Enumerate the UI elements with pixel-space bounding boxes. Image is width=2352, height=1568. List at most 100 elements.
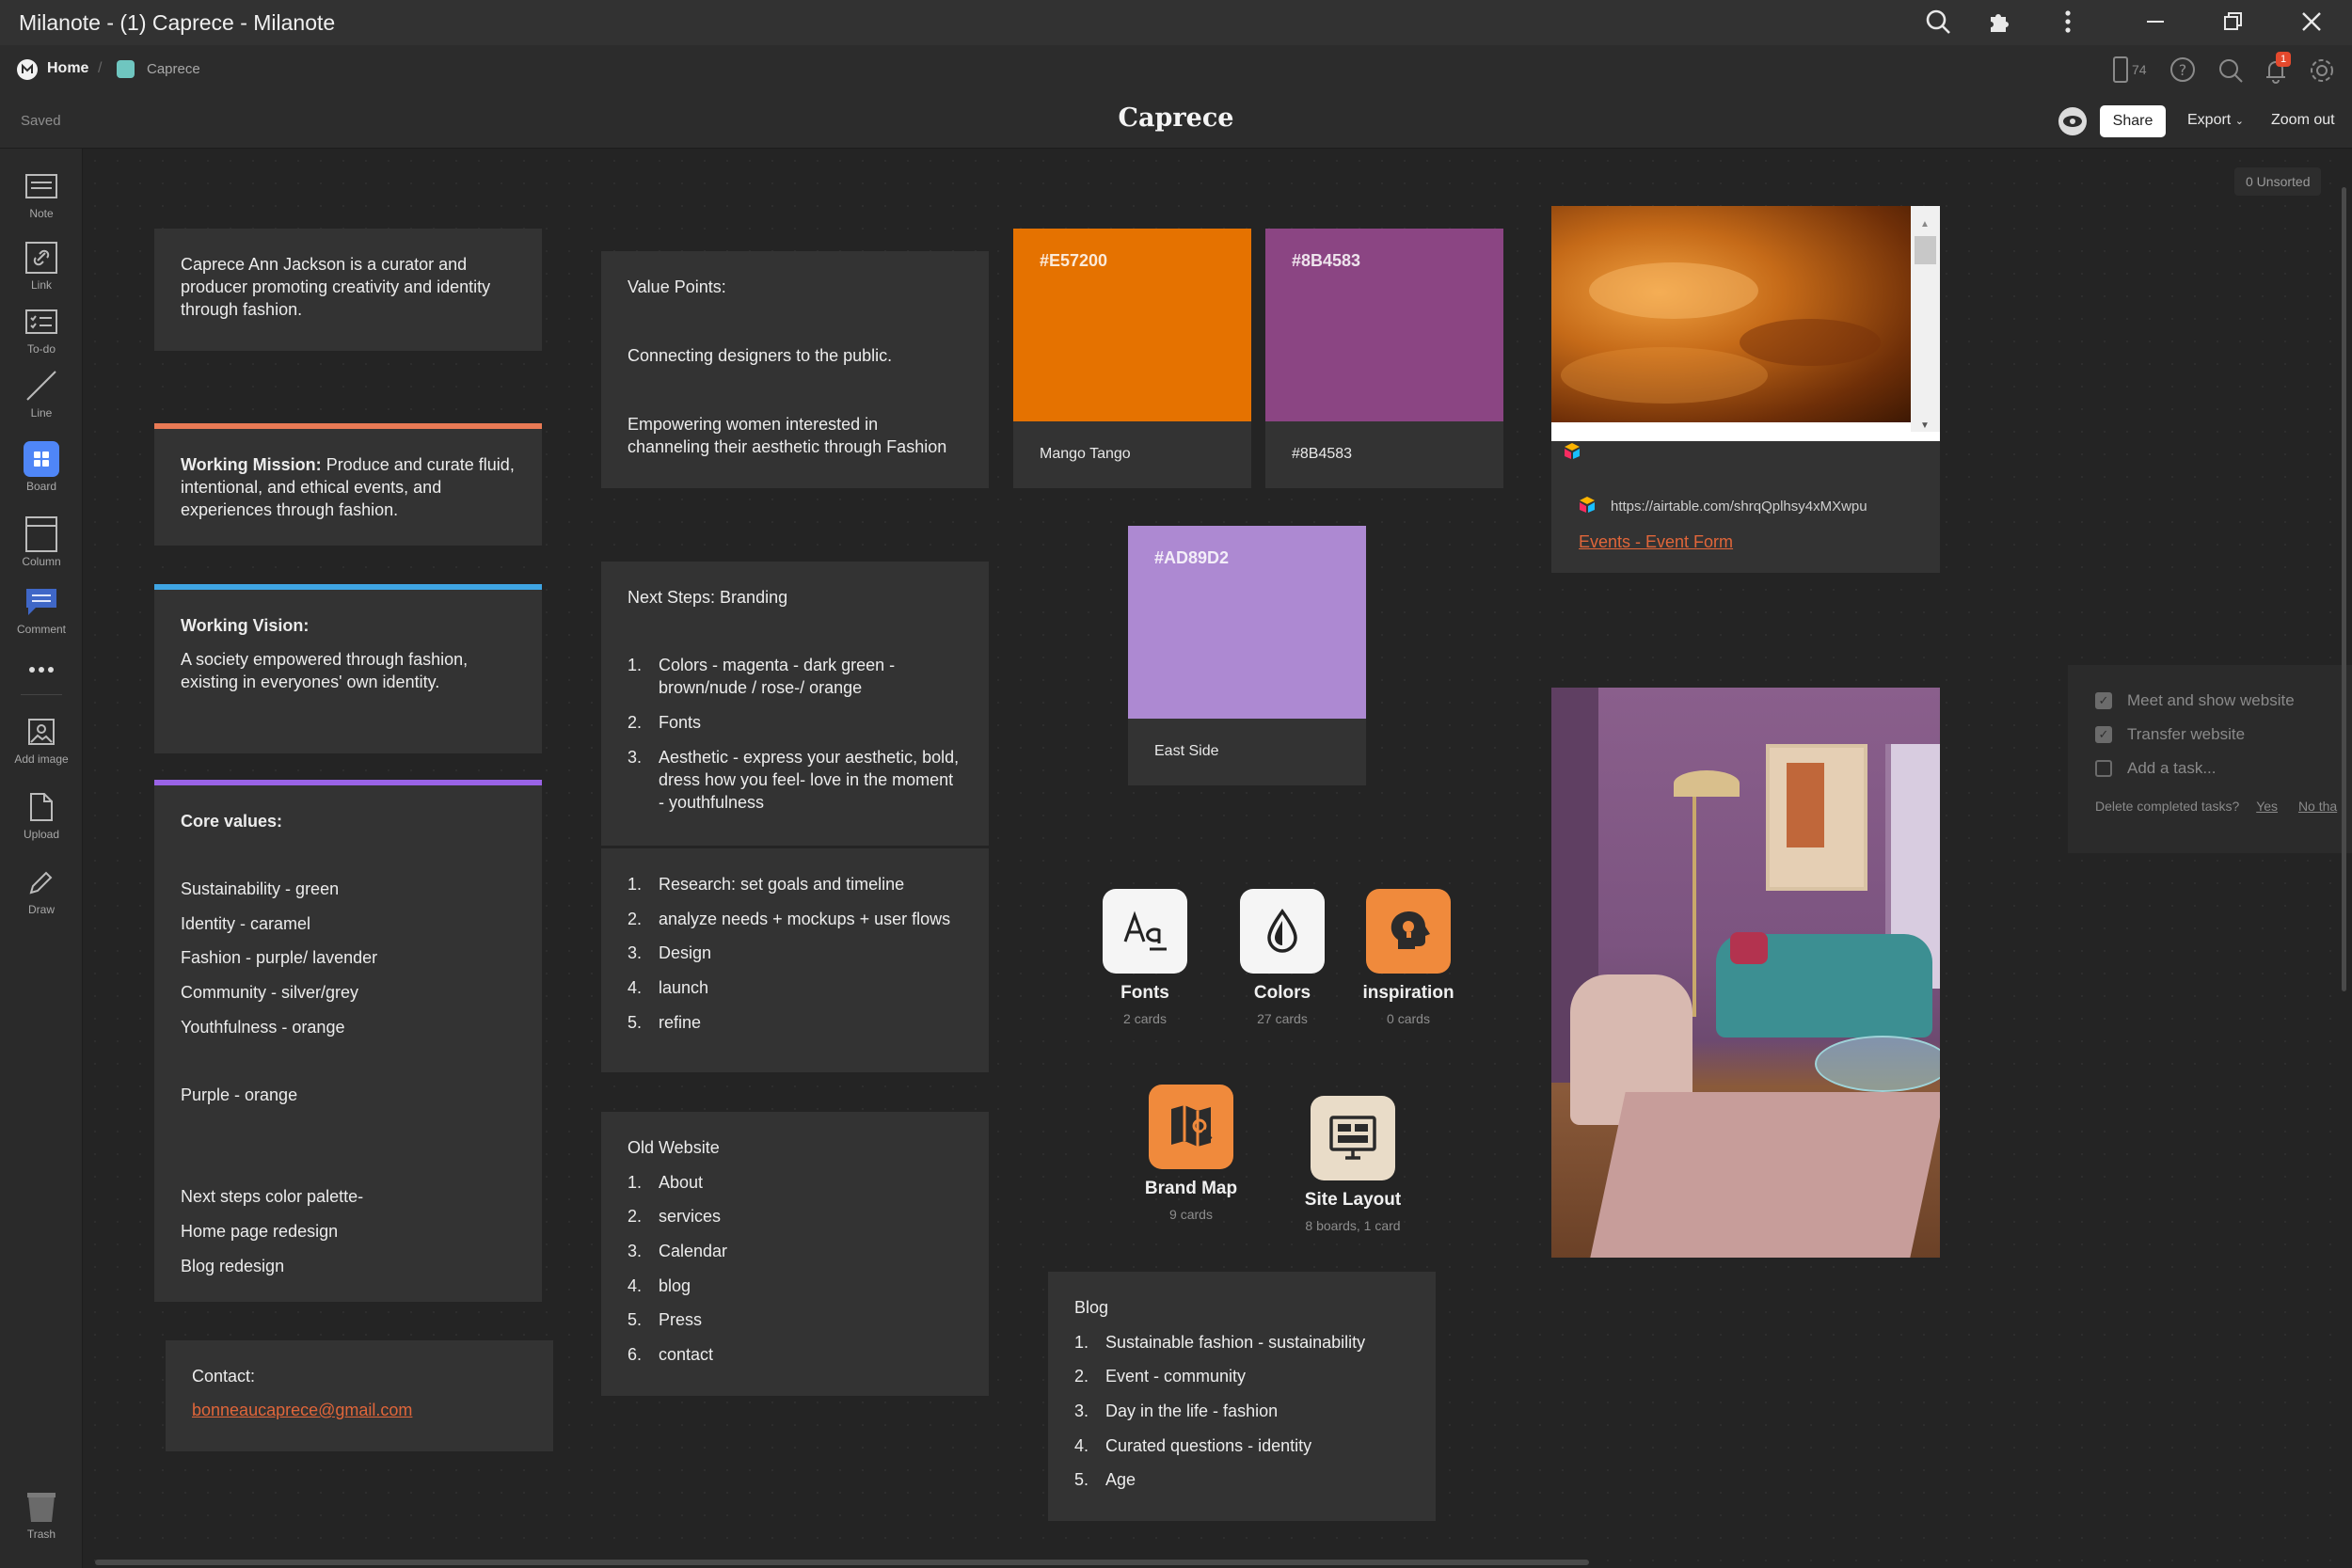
list-item: 2. Event - community [1074,1365,1409,1400]
list-item-text: refine [659,1012,702,1032]
scroll-up-icon[interactable]: ▲ [1920,214,1930,236]
next-steps-note[interactable]: Next Steps: Branding 1. Colors - magenta … [601,562,989,846]
add-task-row[interactable]: Add a task... [2095,752,2352,785]
list-item: 5. Press [628,1308,962,1343]
tool-label: Draw [27,903,55,916]
tool-upload[interactable]: Upload [0,788,83,841]
tool-column[interactable]: Column [0,515,83,568]
zoom-out-button[interactable]: Zoom out [2271,112,2335,129]
tool-board[interactable]: Board [0,440,83,493]
contact-note[interactable]: Contact: bonneaucaprece@gmail.com [166,1340,553,1451]
contact-email-link[interactable]: bonneaucaprece@gmail.com [192,1401,412,1419]
todo-item[interactable]: ✓ Meet and show website [2095,684,2352,718]
tool-sidebar: Note Link To-do Line Board Column Commen… [0,149,83,1568]
close-icon[interactable] [2296,8,2327,38]
core-values-note[interactable]: Core values: Sustainability - green Iden… [154,780,542,1302]
list-item: 6. contact [628,1343,962,1378]
more-dots-icon [23,651,60,689]
delete-no-link[interactable]: No tha [2298,799,2337,814]
unsorted-badge[interactable]: 0 Unsorted [2234,167,2322,196]
svg-text:?: ? [2179,61,2187,79]
column-icon [23,515,60,553]
breadcrumb-home[interactable]: Home [47,60,88,77]
color-swatch-plum[interactable]: #8B4583 #8B4583 [1265,229,1503,488]
comment-icon [23,583,60,621]
color-swatch-mango[interactable]: #E57200 Mango Tango [1013,229,1251,488]
restore-icon[interactable] [2217,8,2248,38]
tool-label: Upload [23,828,60,841]
tool-draw[interactable]: Draw [0,863,83,916]
embed-scrollbar[interactable]: ▲ ▼ [1911,206,1940,432]
checkbox-empty-icon[interactable] [2095,760,2112,777]
board-site-layout[interactable]: Site Layout 8 boards, 1 card [1268,1096,1438,1246]
sky-preview-image [1551,206,1911,422]
upload-file-icon [23,788,60,826]
list-item: 3. Day in the life - fashion [1074,1400,1409,1434]
list-item: 4. Curated questions - identity [1074,1434,1409,1469]
horizontal-scrollbar[interactable] [95,1560,1589,1565]
list-item-text: contact [659,1345,714,1365]
extensions-icon[interactable] [1985,8,2015,38]
checkbox-checked-icon[interactable]: ✓ [2095,726,2112,743]
checkbox-checked-icon[interactable]: ✓ [2095,692,2112,709]
old-website-note[interactable]: Old Website 1. About 2. services 3. Calenda… [601,1112,989,1396]
core-value: Sustainability - green [181,879,340,898]
export-button[interactable]: Export ⌄ [2187,112,2244,129]
tool-comment[interactable]: Comment [0,583,83,636]
link-title[interactable]: Events - Event Form [1579,531,1733,553]
board-search-icon[interactable] [2217,56,2245,85]
value-points-note[interactable]: Value Points: Connecting designers to th… [601,251,989,488]
search-icon[interactable] [1923,8,1953,38]
share-button[interactable]: Share [2100,105,2166,137]
intro-note[interactable]: Caprece Ann Jackson is a curator and pro… [154,229,542,351]
note-text: Purple - orange [181,1085,298,1105]
list-item: 2. analyze needs + mockups + user flows [628,908,962,942]
todo-item[interactable]: ✓ Transfer website [2095,718,2352,752]
tool-line[interactable]: Line [0,367,83,420]
note-label: Working Vision: [181,616,310,635]
tool-todo[interactable]: To-do [0,303,83,356]
color-swatch-east-side[interactable]: #AD89D2 East Side [1128,526,1366,785]
minimize-icon[interactable] [2140,8,2170,38]
tool-note[interactable]: Note [0,167,83,220]
window-title: Milanote - (1) Caprece - Milanote [19,10,336,35]
research-note[interactable]: 1. Research: set goals and timeline 2. ana… [601,848,989,1072]
note-title: Core values: [181,812,283,831]
vision-note[interactable]: Working Vision: A society empowered thro… [154,584,542,753]
link-url[interactable]: https://airtable.com/shrqQplhsy4xMXwpu [1611,496,1867,518]
vertical-scrollbar[interactable] [2342,187,2346,991]
preview-eye-icon[interactable] [2058,107,2087,135]
milanote-logo-icon[interactable] [17,59,38,80]
todo-card[interactable]: ✓ Meet and show website ✓ Transfer website… [2068,665,2352,853]
swatch-name: #8B4583 [1292,446,1353,462]
board-brand-map[interactable]: Brand Map 9 cards [1106,1085,1276,1235]
blog-note[interactable]: Blog 1. Sustainable fashion - sustainabil… [1048,1272,1436,1521]
list-item: 1. Research: set goals and timeline [628,873,962,908]
more-menu-icon[interactable] [2053,8,2083,38]
tool-add-image[interactable]: Add image [0,713,83,766]
delete-yes-link[interactable]: Yes [2256,799,2278,814]
airtable-logo-icon [1563,442,1581,459]
living-room-image[interactable] [1551,688,1940,1258]
airtable-link-card[interactable]: ▲ ▼ https://airtable.com/shrqQplhsy4xMXw… [1551,206,1940,573]
breadcrumb-board[interactable]: Caprece [147,61,200,77]
note-text: Caprece Ann Jackson is a curator and pro… [181,255,491,319]
page-title[interactable]: Caprece [1082,103,1270,133]
next-step: Blog redesign [181,1256,285,1275]
tool-trash[interactable]: Trash [0,1488,83,1541]
board-canvas[interactable]: 0 Unsorted Caprece Ann Jackson is a cura… [84,150,2352,1568]
note-text: Connecting designers to the public. [628,346,893,365]
device-icon[interactable] [2110,55,2133,85]
tool-label: Board [25,480,57,493]
note-title: Value Points: [628,277,726,296]
tool-more[interactable] [0,651,83,689]
board-inspiration[interactable]: inspiration 0 cards [1324,889,1493,1039]
settings-gear-icon[interactable] [2308,56,2336,85]
todo-label: Transfer website [2127,725,2246,743]
help-icon[interactable]: ? [2169,56,2196,83]
tool-link[interactable]: Link [0,239,83,292]
window-title-bar: Milanote - (1) Caprece - Milanote [0,0,2352,45]
scroll-down-icon[interactable]: ▼ [1920,415,1930,437]
board-title: Site Layout [1304,1190,1402,1210]
mission-note[interactable]: Working Mission: Produce and curate flui… [154,423,542,546]
